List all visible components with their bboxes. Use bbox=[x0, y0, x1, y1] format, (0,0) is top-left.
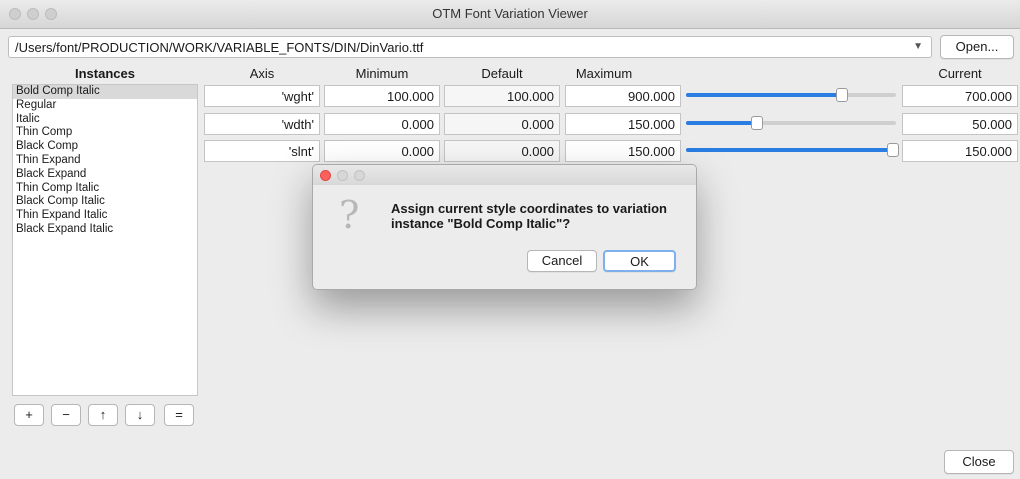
axis-maximum-cell[interactable]: 900.000 bbox=[565, 85, 681, 107]
dropdown-arrow-icon[interactable]: ▼ bbox=[913, 41, 923, 52]
instances-list[interactable]: Bold Comp Italic Regular Italic Thin Comp Bl… bbox=[12, 84, 198, 396]
slider-fill bbox=[686, 148, 893, 152]
instance-list-item[interactable]: Thin Expand bbox=[13, 154, 197, 168]
close-button[interactable]: Close bbox=[944, 450, 1014, 474]
axis-tag-cell[interactable]: 'wdth' bbox=[204, 113, 320, 135]
slider-fill bbox=[686, 121, 757, 125]
instance-list-item[interactable]: Thin Comp bbox=[13, 126, 197, 140]
remove-instance-button[interactable]: − bbox=[51, 404, 81, 426]
axis-slider[interactable] bbox=[686, 113, 896, 135]
slider-thumb[interactable] bbox=[751, 116, 763, 130]
instance-list-item[interactable]: Regular bbox=[13, 99, 197, 113]
slider-thumb[interactable] bbox=[887, 143, 899, 157]
add-instance-button[interactable]: + bbox=[14, 404, 44, 426]
cancel-button[interactable]: Cancel bbox=[527, 250, 597, 272]
axis-maximum-cell[interactable]: 150.000 bbox=[565, 113, 681, 135]
instance-list-item[interactable]: Italic bbox=[13, 113, 197, 127]
ok-button[interactable]: OK bbox=[603, 250, 676, 272]
dialog-close-button[interactable] bbox=[320, 170, 331, 181]
axis-default-cell: 0.000 bbox=[444, 113, 560, 135]
axis-default-cell: 0.000 bbox=[444, 140, 560, 162]
axis-minimum-cell[interactable]: 100.000 bbox=[324, 85, 440, 107]
confirm-dialog: ? Assign current style coordinates to va… bbox=[312, 164, 697, 290]
question-icon: ? bbox=[339, 193, 360, 237]
instances-header: Instances bbox=[75, 66, 135, 81]
instance-list-item[interactable]: Bold Comp Italic bbox=[13, 85, 197, 99]
axis-slider[interactable] bbox=[686, 140, 899, 162]
axis-minimum-cell[interactable]: 0.000 bbox=[324, 140, 440, 162]
move-instance-up-button[interactable]: ↑ bbox=[88, 404, 118, 426]
dialog-minimize-button bbox=[337, 170, 348, 181]
column-header-axis: Axis bbox=[249, 66, 275, 81]
assign-instance-button[interactable]: = bbox=[164, 404, 194, 426]
instance-list-item[interactable]: Black Comp Italic bbox=[13, 195, 197, 209]
window-title: OTM Font Variation Viewer bbox=[432, 6, 588, 21]
axis-tag-cell[interactable]: 'wght' bbox=[204, 85, 320, 107]
instance-list-item[interactable]: Thin Expand Italic bbox=[13, 209, 197, 223]
font-path-text: /Users/font/PRODUCTION/WORK/VARIABLE_FON… bbox=[15, 40, 424, 55]
axis-current-cell[interactable]: 50.000 bbox=[902, 113, 1018, 135]
column-header-minimum: Minimum bbox=[355, 66, 409, 81]
axis-current-cell[interactable]: 150.000 bbox=[902, 140, 1018, 162]
open-button[interactable]: Open... bbox=[940, 35, 1014, 59]
font-path-combobox[interactable]: /Users/font/PRODUCTION/WORK/VARIABLE_FON… bbox=[8, 36, 932, 58]
column-header-default: Default bbox=[481, 66, 523, 81]
instance-list-item[interactable]: Black Expand bbox=[13, 168, 197, 182]
instance-list-item[interactable]: Black Comp bbox=[13, 140, 197, 154]
axis-tag-cell[interactable]: 'slnt' bbox=[204, 140, 320, 162]
dialog-zoom-button bbox=[354, 170, 365, 181]
slider-thumb[interactable] bbox=[836, 88, 848, 102]
column-header-maximum: Maximum bbox=[575, 66, 633, 81]
axis-maximum-cell[interactable]: 150.000 bbox=[565, 140, 681, 162]
axis-current-cell[interactable]: 700.000 bbox=[902, 85, 1018, 107]
axis-minimum-cell[interactable]: 0.000 bbox=[324, 113, 440, 135]
instance-list-item[interactable]: Black Expand Italic bbox=[13, 223, 197, 237]
slider-fill bbox=[686, 93, 842, 97]
dialog-message: Assign current style coordinates to vari… bbox=[391, 201, 667, 231]
instance-list-item[interactable]: Thin Comp Italic bbox=[13, 182, 197, 196]
column-header-current: Current bbox=[938, 66, 982, 81]
dialog-titlebar bbox=[313, 165, 696, 185]
axis-slider[interactable] bbox=[686, 85, 896, 107]
axis-default-cell: 100.000 bbox=[444, 85, 560, 107]
window-titlebar: OTM Font Variation Viewer bbox=[0, 0, 1020, 29]
move-instance-down-button[interactable]: ↓ bbox=[125, 404, 155, 426]
